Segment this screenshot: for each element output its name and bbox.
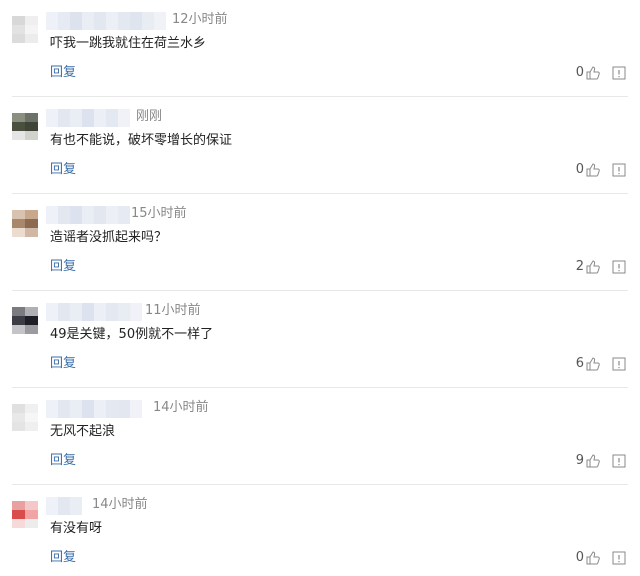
- comment-time: 12小时前: [172, 12, 228, 27]
- comment-item: 11小时前 49是关键，50例就不一样了 回复 6: [0, 291, 640, 388]
- comment-time: 15小时前: [131, 206, 187, 221]
- avatar[interactable]: [12, 501, 38, 529]
- comment-item: 刚刚 有也不能说，破坏零增长的保证 回复 0: [0, 97, 640, 194]
- comment-text: 无风不起浪: [50, 424, 116, 439]
- reply-button[interactable]: 回复: [50, 161, 76, 179]
- comment-text: 造谣者没抓起来吗？: [50, 230, 168, 245]
- like-control[interactable]: 0: [576, 64, 600, 82]
- like-control[interactable]: 0: [576, 161, 600, 179]
- avatar[interactable]: [12, 307, 38, 335]
- blurred-username[interactable]: [46, 109, 136, 127]
- thumbs-up-icon[interactable]: [586, 66, 600, 80]
- thumbs-up-icon[interactable]: [586, 551, 600, 565]
- report-icon[interactable]: [612, 260, 626, 274]
- comment-text: 吓我一跳我就住在荷兰水乡: [50, 36, 207, 51]
- report-icon[interactable]: [612, 66, 626, 80]
- like-count: 6: [575, 356, 584, 371]
- like-count: 9: [575, 453, 584, 468]
- avatar[interactable]: [12, 210, 38, 238]
- comment-time: 14小时前: [92, 497, 148, 512]
- reply-button[interactable]: 回复: [50, 452, 76, 470]
- like-control[interactable]: 0: [576, 549, 600, 567]
- like-count: 0: [575, 162, 584, 177]
- reply-button[interactable]: 回复: [50, 355, 76, 373]
- like-control[interactable]: 9: [576, 452, 600, 470]
- reply-button[interactable]: 回复: [50, 258, 76, 276]
- thumbs-up-icon[interactable]: [586, 357, 600, 371]
- comment-item: 15小时前 造谣者没抓起来吗？ 回复 2: [0, 194, 640, 291]
- comment-time: 14小时前: [153, 400, 209, 415]
- thumbs-up-icon[interactable]: [586, 454, 600, 468]
- thumbs-up-icon[interactable]: [586, 163, 600, 177]
- avatar[interactable]: [12, 16, 38, 44]
- like-control[interactable]: 2: [576, 258, 600, 276]
- report-icon[interactable]: [612, 454, 626, 468]
- comment-text: 有也不能说，破坏零增长的保证: [50, 133, 233, 148]
- thumbs-up-icon[interactable]: [586, 260, 600, 274]
- like-count: 0: [575, 550, 584, 565]
- blurred-username[interactable]: [46, 303, 142, 321]
- comment-item: 14小时前 有没有呀 回复 0: [0, 485, 640, 576]
- comment-item: 12小时前 吓我一跳我就住在荷兰水乡 回复 0: [0, 0, 640, 97]
- report-icon[interactable]: [612, 551, 626, 565]
- comment-text: 有没有呀: [50, 521, 103, 536]
- avatar[interactable]: [12, 113, 38, 141]
- blurred-username[interactable]: [46, 400, 150, 418]
- like-control[interactable]: 6: [576, 355, 600, 373]
- avatar[interactable]: [12, 404, 38, 432]
- report-icon[interactable]: [612, 357, 626, 371]
- blurred-username[interactable]: [46, 12, 168, 30]
- report-icon[interactable]: [612, 163, 626, 177]
- blurred-username[interactable]: [46, 497, 90, 515]
- like-count: 0: [575, 65, 584, 80]
- reply-button[interactable]: 回复: [50, 64, 76, 82]
- blurred-username[interactable]: [46, 206, 130, 224]
- comment-time: 刚刚: [136, 109, 163, 124]
- comment-time: 11小时前: [145, 303, 201, 318]
- comment-item: 14小时前 无风不起浪 回复 9: [0, 388, 640, 485]
- like-count: 2: [575, 259, 584, 274]
- comment-text: 49是关键，50例就不一样了: [50, 327, 214, 342]
- reply-button[interactable]: 回复: [50, 549, 76, 567]
